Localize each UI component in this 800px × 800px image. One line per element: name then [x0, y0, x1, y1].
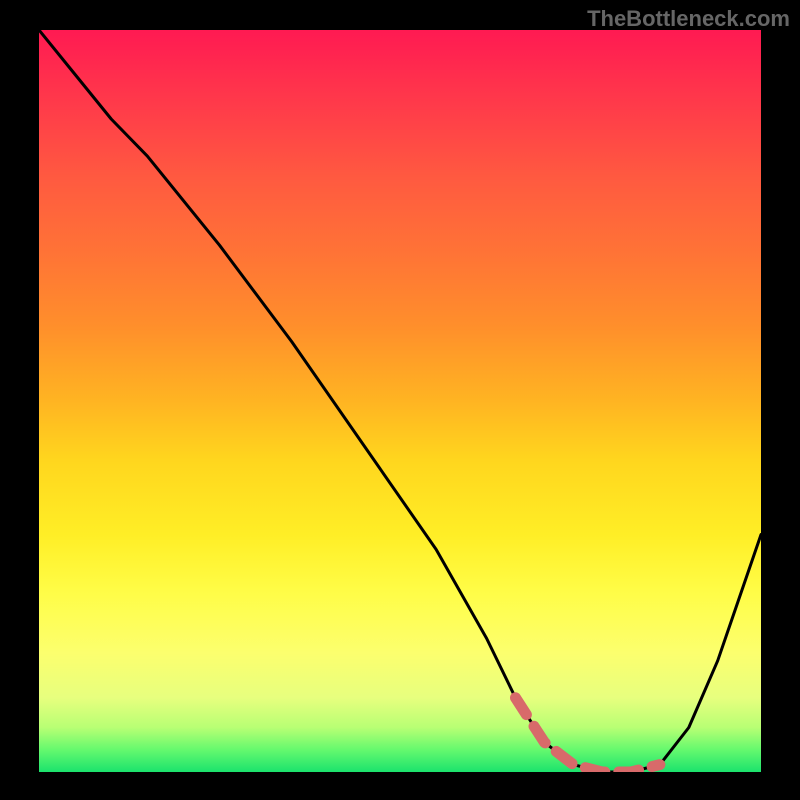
bottleneck-curve-highlight — [516, 698, 660, 772]
chart-frame: TheBottleneck.com — [0, 0, 800, 800]
curve-svg — [39, 30, 761, 772]
watermark-text: TheBottleneck.com — [587, 6, 790, 32]
plot-area — [39, 30, 761, 772]
bottleneck-curve-line — [39, 30, 761, 772]
